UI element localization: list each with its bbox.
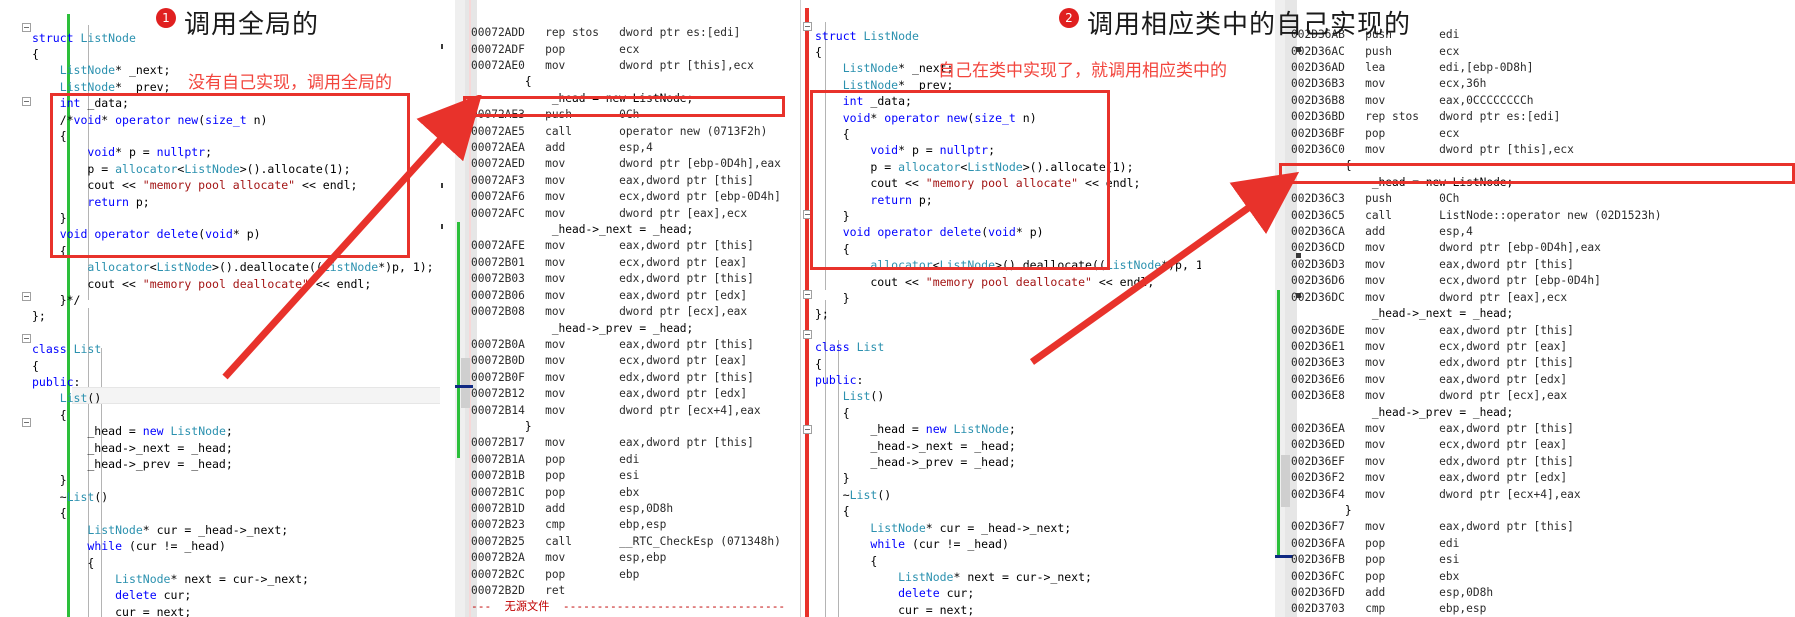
fold-toggle-newop[interactable] — [22, 97, 31, 106]
panel-source-class[interactable]: struct ListNode { ListNode* _next; ListN… — [801, 0, 1201, 617]
change-bar-green — [1277, 290, 1280, 558]
scrollbar-thumb[interactable] — [461, 358, 470, 408]
badge-2: 2 — [1059, 8, 1079, 28]
fold-toggle-class[interactable] — [22, 292, 31, 301]
title-annotation-2: 调用相应类中的自己实现的 — [1087, 10, 1412, 40]
fold-toggle-ctor[interactable] — [803, 330, 812, 339]
highlight-call-operator-new-global — [463, 96, 785, 117]
breakpoint-marker[interactable] — [441, 183, 443, 188]
panel-disassembly-global[interactable]: 00072ADD rep stos dword ptr es:[edi] 000… — [441, 0, 800, 617]
change-bar-green — [805, 8, 809, 617]
source-code-class[interactable]: struct ListNode { ListNode* _next; ListN… — [815, 28, 1201, 617]
breakpoint-marker[interactable] — [441, 224, 443, 229]
disasm-gutter-breakpoints[interactable] — [1261, 0, 1275, 617]
fold-toggle-dtor[interactable] — [803, 425, 812, 434]
badge-1: 1 — [156, 8, 176, 28]
title-annotation-1: 调用全局的 — [184, 10, 320, 40]
breakpoint-marker[interactable] — [441, 44, 443, 49]
fold-toggle-struct[interactable] — [803, 22, 812, 31]
panel-disassembly-class[interactable]: 002D36AB push edi 002D36AC push ecx 002D… — [1201, 0, 1795, 617]
source-code-global[interactable]: struct ListNode { ListNode* _next; ListN… — [32, 30, 434, 617]
fold-toggle-deleteop[interactable] — [803, 210, 812, 219]
disasm-gutter-breakpoints[interactable] — [441, 0, 455, 617]
disassembly-rows-class[interactable]: 002D36AB push edi 002D36AC push ecx 002D… — [1291, 27, 1661, 617]
change-bar-green — [457, 222, 460, 458]
fold-toggle-class[interactable] — [803, 290, 812, 299]
screenshot-root: struct ListNode { ListNode* _next; ListN… — [0, 0, 1795, 617]
scrollbar-thumb[interactable] — [1281, 455, 1290, 507]
fold-toggle-ctor[interactable] — [22, 334, 31, 343]
note-annotation-2: 自己在类中实现了，就调用相应类中的 — [938, 61, 1227, 81]
fold-toggle-struct[interactable] — [22, 23, 31, 32]
note-annotation-1: 没有自己实现，调用全局的 — [188, 73, 392, 93]
highlight-call-operator-new-class — [1279, 163, 1795, 184]
fold-toggle-dtor[interactable] — [22, 418, 31, 427]
